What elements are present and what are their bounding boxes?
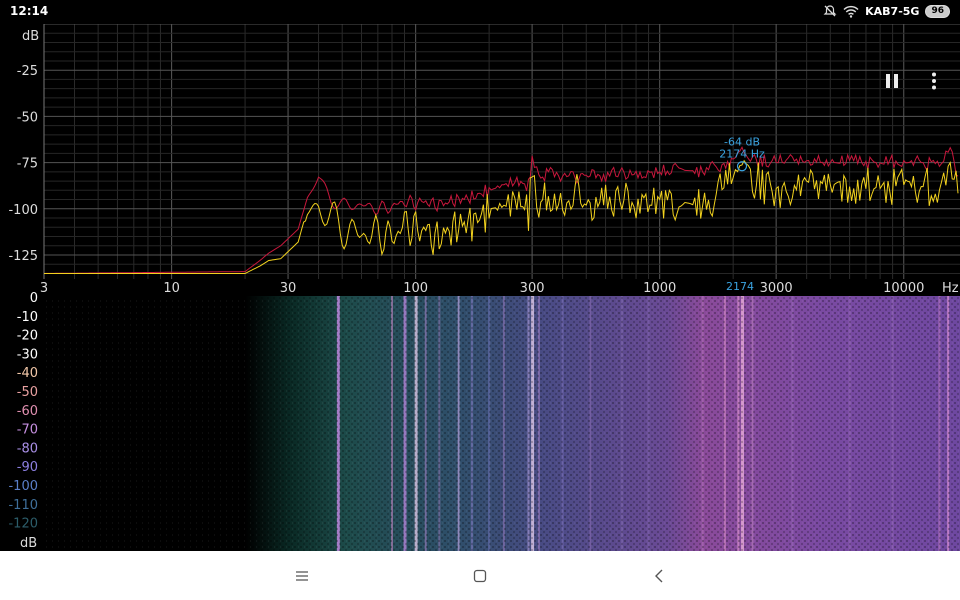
- menu-icon[interactable]: [289, 563, 315, 589]
- battery-icon: 96: [925, 4, 950, 18]
- spectrum-chart[interactable]: -64 dB2174 Hz2174 -25-50-75-100-125 3 10 3…: [0, 23, 960, 551]
- spectrogram-scale-label: -90: [17, 460, 38, 475]
- playback-controls: [884, 72, 942, 90]
- x-tick-label: 3: [40, 281, 48, 296]
- x-tick-label: 100: [403, 281, 428, 296]
- spectrogram-scale-label: -20: [17, 329, 38, 344]
- x-tick-label: 300: [520, 281, 545, 296]
- y-tick-label: -25: [17, 64, 38, 79]
- spectrogram-scale-label: 0: [30, 291, 38, 306]
- x-tick-label: 10: [163, 281, 180, 296]
- x-tick-label: 30: [280, 281, 297, 296]
- spectrogram-scale-label: -30: [17, 347, 38, 362]
- pause-icon[interactable]: [884, 72, 900, 90]
- spectrogram-scale-label: -120: [8, 517, 38, 532]
- back-icon[interactable]: [646, 563, 672, 589]
- y-unit-label: dB: [22, 29, 39, 44]
- spectrogram-scale-label: -110: [8, 498, 38, 513]
- home-icon[interactable]: [467, 563, 493, 589]
- x-tick-label: 1000: [643, 281, 676, 296]
- status-icons: KAB7-5G 96: [823, 4, 950, 18]
- cursor-freq-label: 2174 Hz: [719, 147, 765, 160]
- spectrogram-unit-label: dB: [20, 536, 37, 551]
- x-tick-label: 10000: [883, 281, 924, 296]
- status-time: 12:14: [10, 4, 49, 18]
- x-tick-label: 3000: [760, 281, 793, 296]
- spectrogram: [44, 296, 960, 551]
- spectrogram-scale-label: -60: [17, 404, 38, 419]
- spectrogram-scale-label: -80: [17, 441, 38, 456]
- network-name: KAB7-5G: [865, 4, 920, 18]
- status-bar: 12:14 KAB7-5G 96: [0, 0, 960, 24]
- y-tick-label: -125: [8, 249, 38, 264]
- wifi-icon: [843, 5, 859, 18]
- spectrogram-scale-label: -100: [8, 479, 38, 494]
- spectrogram-scale-label: -10: [17, 310, 38, 325]
- x-unit-label: Hz: [942, 281, 959, 296]
- y-tick-label: -75: [17, 157, 38, 172]
- y-tick-label: -50: [17, 110, 38, 125]
- spectrogram-scale-label: -70: [17, 423, 38, 438]
- navigation-bar: [0, 551, 960, 600]
- spectrogram-scale-label: -50: [17, 385, 38, 400]
- y-tick-label: -100: [8, 203, 38, 218]
- cursor-axis-label: 2174: [726, 280, 754, 293]
- spectrogram-scale-label: -40: [17, 366, 38, 381]
- bell-off-icon: [823, 5, 837, 17]
- more-vert-icon[interactable]: [926, 72, 942, 90]
- analyzer-view[interactable]: -64 dB 2174 Hz 2174 -25 -50 -75 -100 -125 3 10 3…: [0, 23, 960, 551]
